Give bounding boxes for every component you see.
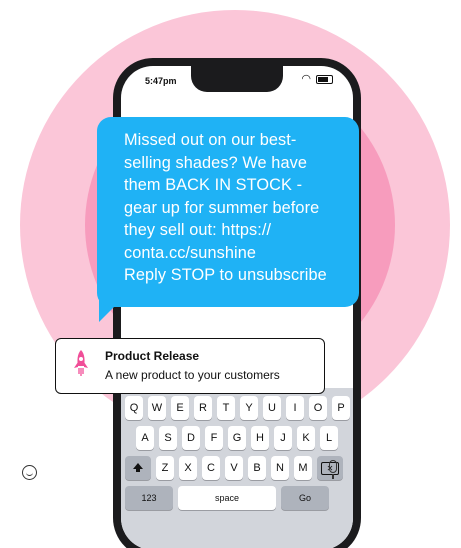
key-g[interactable]: G <box>228 426 246 450</box>
key-h[interactable]: H <box>251 426 269 450</box>
key-r[interactable]: R <box>194 396 212 420</box>
key-m[interactable]: M <box>294 456 312 480</box>
notification-subtitle: A new product to your customers <box>105 368 280 382</box>
key-c[interactable]: C <box>202 456 220 480</box>
phone-notch <box>191 66 283 92</box>
message-line: Missed out on our best- <box>124 131 297 149</box>
status-time: 5:47pm <box>145 76 177 86</box>
shift-key[interactable] <box>125 456 151 480</box>
key-j[interactable]: J <box>274 426 292 450</box>
numbers-key[interactable]: 123 <box>125 486 173 510</box>
key-e[interactable]: E <box>171 396 189 420</box>
keyboard-row-3-letters: ZXCVBNM <box>156 456 312 480</box>
message-line: them BACK IN STOCK - <box>124 176 303 194</box>
message-line: Reply STOP to unsubscribe <box>124 266 327 284</box>
key-o[interactable]: O <box>309 396 327 420</box>
key-u[interactable]: U <box>263 396 281 420</box>
rocket-icon <box>74 350 88 376</box>
key-n[interactable]: N <box>271 456 289 480</box>
notification-card[interactable]: Product Release A new product to your cu… <box>55 338 325 394</box>
microphone-icon[interactable] <box>329 460 337 479</box>
keyboard-row-3: ZXCVBNM ✕ <box>125 456 343 480</box>
key-p[interactable]: P <box>332 396 350 420</box>
key-y[interactable]: Y <box>240 396 258 420</box>
key-v[interactable]: V <box>225 456 243 480</box>
key-d[interactable]: D <box>182 426 200 450</box>
shift-icon <box>133 463 143 472</box>
key-k[interactable]: K <box>297 426 315 450</box>
key-q[interactable]: Q <box>125 396 143 420</box>
message-bubble: Missed out on our best- selling shades? … <box>97 117 359 307</box>
emoji-icon[interactable] <box>22 465 37 480</box>
battery-icon <box>316 75 333 84</box>
key-a[interactable]: A <box>136 426 154 450</box>
illustration: 5:47pm ◠ QWERTYUIOP ASDFGHJKL ZXCVBNM ✕ … <box>0 0 461 548</box>
go-key[interactable]: Go <box>281 486 329 510</box>
message-line: conta.cc/sunshine <box>124 243 257 262</box>
keyboard: QWERTYUIOP ASDFGHJKL ZXCVBNM ✕ 123 space… <box>121 388 353 548</box>
key-i[interactable]: I <box>286 396 304 420</box>
key-s[interactable]: S <box>159 426 177 450</box>
message-line: selling shades? We have <box>124 153 308 172</box>
keyboard-row-4: 123 space Go <box>125 486 329 510</box>
status-icons: ◠ <box>301 74 333 85</box>
key-z[interactable]: Z <box>156 456 174 480</box>
keyboard-row-2: ASDFGHJKL <box>136 426 338 450</box>
message-line: gear up for summer before <box>124 198 320 217</box>
message-line: they sell out: https:// <box>124 221 272 239</box>
key-b[interactable]: B <box>248 456 266 480</box>
key-l[interactable]: L <box>320 426 338 450</box>
key-x[interactable]: X <box>179 456 197 480</box>
key-t[interactable]: T <box>217 396 235 420</box>
notification-title: Product Release <box>105 349 200 363</box>
keyboard-row-1: QWERTYUIOP <box>125 396 350 420</box>
wifi-icon: ◠ <box>301 73 311 85</box>
key-f[interactable]: F <box>205 426 223 450</box>
key-w[interactable]: W <box>148 396 166 420</box>
space-key[interactable]: space <box>178 486 276 510</box>
